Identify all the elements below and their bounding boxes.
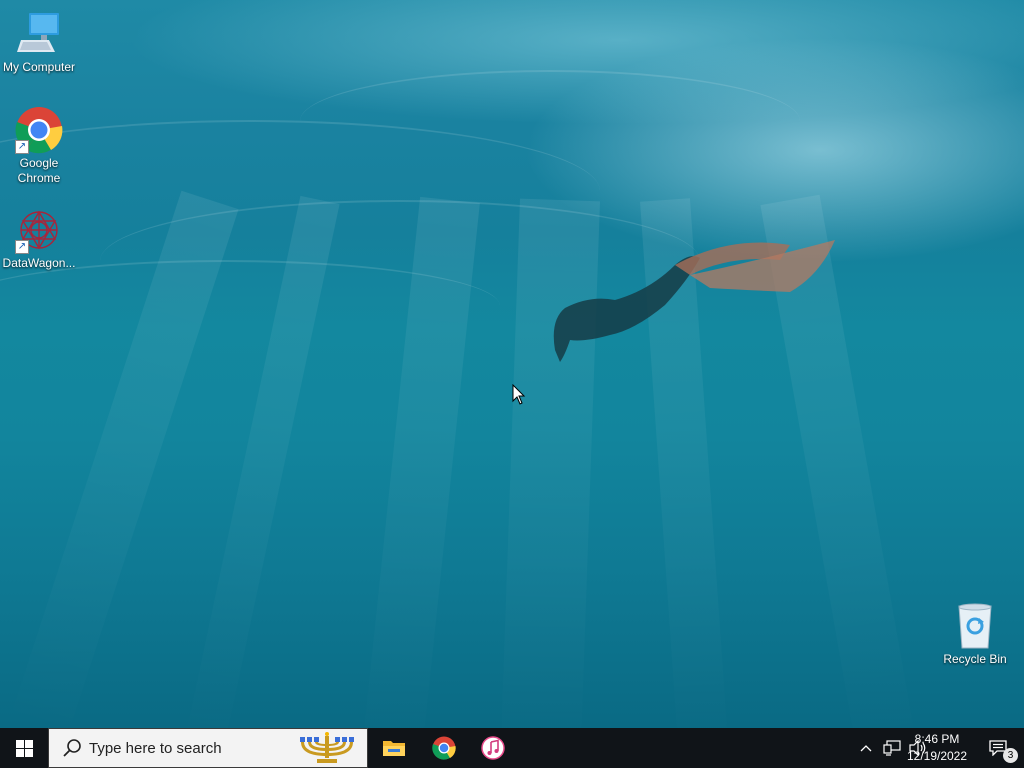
water-ripple	[300, 70, 800, 172]
chrome-icon	[432, 736, 456, 760]
menorah-icon	[300, 732, 354, 763]
swimmer-silhouette	[553, 240, 835, 362]
computer-icon	[15, 10, 63, 58]
system-tray: 8:46 PM 12/19/2022 3	[824, 728, 1024, 768]
desktop-background: My Computer ↗ Google Chrome ↗ DataWagon.…	[0, 0, 1024, 728]
desktop-icon-label: Google Chrome	[17, 156, 61, 185]
taskbar-file-explorer[interactable]	[370, 728, 418, 768]
taskbar-search-box[interactable]: Type here to search	[48, 728, 368, 768]
search-icon	[63, 739, 81, 757]
show-hidden-icons-button[interactable]	[856, 728, 876, 768]
desktop-icon-label: DataWagon...	[2, 256, 76, 270]
network-button[interactable]	[880, 728, 904, 768]
windows-logo-icon	[15, 739, 33, 757]
clock-time: 8:46 PM	[914, 732, 960, 746]
shortcut-arrow-icon: ↗	[15, 240, 29, 254]
datawagon-icon: ↗	[15, 206, 63, 254]
desktop-icon-google-chrome[interactable]: ↗ Google Chrome	[1, 106, 77, 186]
network-icon	[883, 740, 901, 756]
chrome-icon: ↗	[15, 106, 63, 154]
mouse-pointer-icon	[512, 384, 526, 405]
taskbar-google-chrome[interactable]	[420, 728, 468, 768]
taskbar-itunes[interactable]	[469, 728, 517, 768]
itunes-icon	[481, 736, 505, 760]
recycle-bin-icon	[951, 602, 999, 650]
chevron-up-icon	[860, 745, 872, 752]
search-placeholder: Type here to search	[89, 739, 222, 757]
desktop-icon-label: My Computer	[2, 60, 76, 74]
folder-icon	[383, 741, 405, 756]
taskbar: Type here to search 8:46 PM 12/19/2022 3	[0, 728, 1024, 768]
clock-button[interactable]: 8:46 PM 12/19/2022	[904, 731, 970, 765]
desktop-icon-label: Recycle Bin	[943, 652, 1007, 666]
desktop-icon-recycle-bin[interactable]: Recycle Bin	[937, 602, 1013, 667]
shortcut-arrow-icon: ↗	[15, 140, 29, 154]
start-button[interactable]	[0, 728, 48, 768]
clock-date: 12/19/2022	[906, 749, 968, 763]
desktop-icon-datawagon[interactable]: ↗ DataWagon...	[1, 206, 77, 271]
notification-count-badge: 3	[1003, 748, 1018, 763]
desktop-icon-my-computer[interactable]: My Computer	[1, 10, 77, 75]
